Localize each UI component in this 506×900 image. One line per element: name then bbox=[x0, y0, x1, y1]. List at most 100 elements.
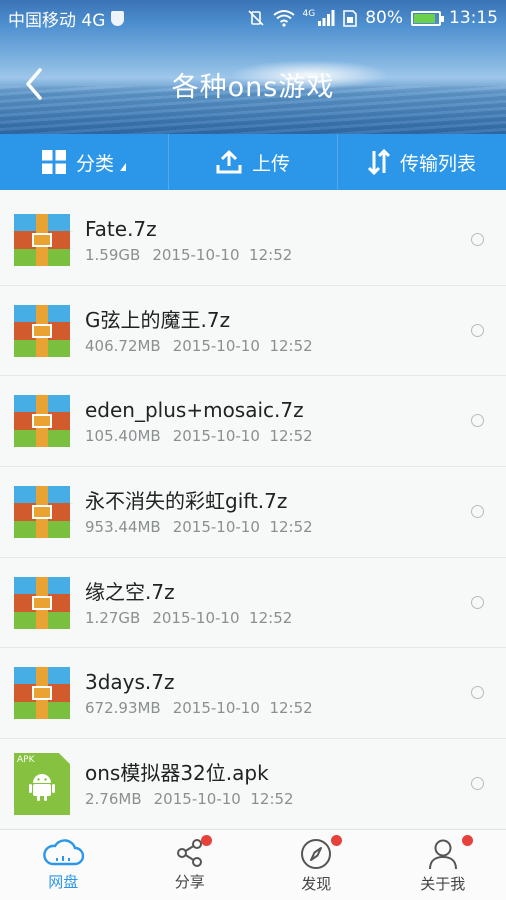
status-right: 4G 80% 13:15 bbox=[247, 8, 498, 28]
list-item[interactable]: 3days.7z 672.93MB 2015-10-10 12:52 bbox=[0, 648, 506, 740]
page-title: 各种ons游戏 bbox=[171, 71, 335, 103]
sim-icon bbox=[343, 9, 358, 27]
grid-icon bbox=[41, 150, 66, 174]
file-date: 2015-10-10 12:52 bbox=[172, 336, 313, 355]
file-name: G弦上的魔王.7z bbox=[85, 307, 231, 332]
dropdown-caret-icon bbox=[120, 163, 126, 171]
notification-badge bbox=[200, 835, 212, 846]
network-type-icon: 4G bbox=[302, 9, 316, 19]
apk-tag: APK bbox=[17, 754, 35, 765]
battery-percent: 80% bbox=[365, 8, 403, 28]
transfer-list-label: 传输列表 bbox=[399, 152, 476, 175]
battery-icon bbox=[411, 10, 444, 26]
android-icon bbox=[29, 773, 55, 801]
file-size: 105.40MB bbox=[85, 427, 161, 446]
list-item[interactable]: APK ons模拟器32位.apk 2.76MB 2015-10-10 12:5… bbox=[0, 739, 506, 830]
file-name: Fate.7z bbox=[85, 216, 157, 241]
transfer-list-button[interactable]: 传输列表 bbox=[338, 134, 506, 190]
file-date: 2015-10-10 12:52 bbox=[172, 517, 313, 536]
notification-badge bbox=[461, 835, 473, 846]
file-size: 406.72MB bbox=[85, 336, 161, 355]
file-meta: G弦上的魔王.7z 406.72MB 2015-10-10 12:52 bbox=[85, 307, 506, 355]
file-date: 2015-10-10 12:52 bbox=[172, 427, 313, 446]
shield-icon bbox=[111, 10, 125, 26]
list-item[interactable]: 缘之空.7z 1.27GB 2015-10-10 12:52 bbox=[0, 558, 506, 649]
file-name: eden_plus+mosaic.7z bbox=[85, 398, 304, 423]
nav-label: 分享 bbox=[174, 873, 205, 891]
list-item[interactable]: eden_plus+mosaic.7z 105.40MB 2015-10-10 … bbox=[0, 376, 506, 468]
signal-icon bbox=[318, 10, 335, 26]
nav-share[interactable]: 分享 bbox=[127, 830, 254, 900]
select-radio[interactable] bbox=[471, 595, 484, 609]
select-radio[interactable] bbox=[471, 323, 484, 337]
file-size: 1.59GB bbox=[85, 245, 141, 264]
carrier-label: 中国移动 4G bbox=[8, 10, 106, 31]
file-meta: 缘之空.7z 1.27GB 2015-10-10 12:52 bbox=[85, 579, 506, 627]
file-details: 1.27GB 2015-10-10 12:52 bbox=[85, 609, 506, 627]
file-size: 953.44MB bbox=[85, 517, 161, 536]
file-date: 2015-10-10 12:52 bbox=[172, 699, 313, 718]
file-name: 缘之空.7z bbox=[85, 579, 175, 604]
file-details: 953.44MB 2015-10-10 12:52 bbox=[85, 518, 506, 536]
upload-label: 上传 bbox=[251, 152, 290, 175]
transfer-arrows-icon bbox=[367, 149, 390, 175]
file-size: 672.93MB bbox=[85, 699, 161, 718]
zip-archive-icon bbox=[14, 304, 70, 357]
cloud-icon bbox=[43, 839, 85, 866]
list-item[interactable]: Fate.7z 1.59GB 2015-10-10 12:52 bbox=[0, 195, 506, 286]
file-name: 3days.7z bbox=[85, 670, 175, 695]
notification-badge bbox=[331, 835, 342, 846]
compass-icon bbox=[301, 839, 332, 869]
file-meta: 3days.7z 672.93MB 2015-10-10 12:52 bbox=[85, 669, 506, 717]
zip-archive-icon bbox=[14, 395, 70, 448]
nav-label: 关于我 bbox=[420, 875, 466, 893]
file-details: 1.59GB 2015-10-10 12:52 bbox=[85, 246, 506, 264]
select-radio[interactable] bbox=[471, 505, 484, 519]
file-name: 永不消失的彩虹gift.7z bbox=[85, 488, 288, 513]
apk-file-icon: APK bbox=[14, 752, 70, 815]
nav-label: 发现 bbox=[301, 875, 332, 893]
file-size: 2.76MB bbox=[85, 789, 142, 808]
nav-netdisk[interactable]: 网盘 bbox=[0, 830, 127, 900]
nav-discover[interactable]: 发现 bbox=[253, 830, 380, 900]
file-details: 406.72MB 2015-10-10 12:52 bbox=[85, 337, 506, 355]
file-list: Fate.7z 1.59GB 2015-10-10 12:52 G弦上的魔王.7… bbox=[0, 195, 506, 830]
file-date: 2015-10-10 12:52 bbox=[153, 789, 294, 808]
status-bar: 中国移动 4G 4G 80% 13:15 bbox=[0, 0, 506, 36]
file-date: 2015-10-10 12:52 bbox=[152, 608, 293, 627]
file-details: 2.76MB 2015-10-10 12:52 bbox=[85, 790, 506, 808]
title-bar: 各种ons游戏 bbox=[0, 52, 506, 116]
file-meta: Fate.7z 1.59GB 2015-10-10 12:52 bbox=[85, 216, 506, 264]
share-icon bbox=[176, 839, 202, 867]
file-meta: 永不消失的彩虹gift.7z 953.44MB 2015-10-10 12:52 bbox=[85, 488, 506, 536]
user-icon bbox=[428, 839, 457, 870]
zip-archive-icon bbox=[14, 576, 70, 629]
clock: 13:15 bbox=[449, 8, 498, 28]
list-item[interactable]: G弦上的魔王.7z 406.72MB 2015-10-10 12:52 bbox=[0, 286, 506, 377]
upload-icon bbox=[216, 150, 242, 174]
file-details: 672.93MB 2015-10-10 12:52 bbox=[85, 699, 506, 717]
file-date: 2015-10-10 12:52 bbox=[152, 245, 293, 264]
category-label: 分类 bbox=[75, 152, 114, 175]
zip-archive-icon bbox=[14, 213, 70, 266]
list-item[interactable]: 永不消失的彩虹gift.7z 953.44MB 2015-10-10 12:52 bbox=[0, 467, 506, 558]
vibrate-off-icon bbox=[247, 10, 264, 26]
bottom-nav: 网盘 分享 发现 关于我 bbox=[0, 829, 506, 900]
file-name: ons模拟器32位.apk bbox=[85, 760, 269, 785]
file-size: 1.27GB bbox=[85, 608, 141, 627]
nav-label: 网盘 bbox=[48, 873, 79, 891]
file-details: 105.40MB 2015-10-10 12:52 bbox=[85, 427, 506, 445]
toolbar: 分类 上传 传输列表 bbox=[0, 134, 506, 190]
zip-archive-icon bbox=[14, 667, 70, 720]
select-radio[interactable] bbox=[471, 233, 484, 246]
category-button[interactable]: 分类 bbox=[0, 134, 169, 190]
header: 中国移动 4G 4G 80% 13:15 各种ons游戏 bbox=[0, 0, 506, 134]
back-icon[interactable] bbox=[18, 66, 54, 102]
file-meta: ons模拟器32位.apk 2.76MB 2015-10-10 12:52 bbox=[85, 760, 506, 808]
upload-button[interactable]: 上传 bbox=[169, 134, 338, 190]
nav-about-me[interactable]: 关于我 bbox=[380, 830, 506, 900]
wifi-icon bbox=[272, 10, 295, 27]
file-meta: eden_plus+mosaic.7z 105.40MB 2015-10-10 … bbox=[85, 397, 506, 445]
carrier-group: 中国移动 4G bbox=[8, 6, 125, 31]
zip-archive-icon bbox=[14, 485, 70, 538]
